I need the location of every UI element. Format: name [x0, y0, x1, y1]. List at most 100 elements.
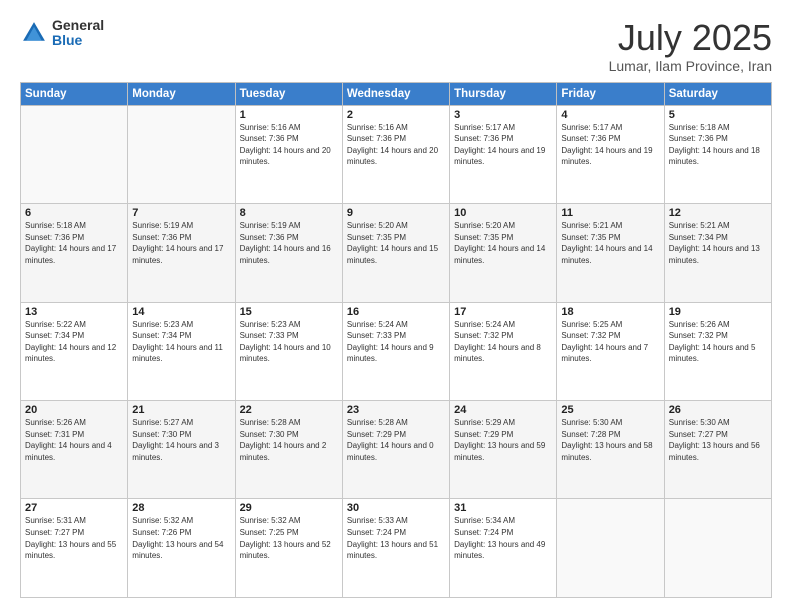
day-detail: Sunrise: 5:20 AM Sunset: 7:35 PM Dayligh… — [347, 220, 445, 266]
day-detail: Sunrise: 5:27 AM Sunset: 7:30 PM Dayligh… — [132, 417, 230, 463]
calendar-week-row: 27Sunrise: 5:31 AM Sunset: 7:27 PM Dayli… — [21, 499, 772, 598]
day-header-saturday: Saturday — [664, 82, 771, 105]
calendar-cell: 30Sunrise: 5:33 AM Sunset: 7:24 PM Dayli… — [342, 499, 449, 598]
logo-general: General — [52, 18, 104, 33]
day-detail: Sunrise: 5:19 AM Sunset: 7:36 PM Dayligh… — [240, 220, 338, 266]
day-header-monday: Monday — [128, 82, 235, 105]
day-detail: Sunrise: 5:21 AM Sunset: 7:35 PM Dayligh… — [561, 220, 659, 266]
day-detail: Sunrise: 5:18 AM Sunset: 7:36 PM Dayligh… — [25, 220, 123, 266]
day-number: 26 — [669, 404, 767, 416]
day-number: 15 — [240, 306, 338, 318]
day-detail: Sunrise: 5:33 AM Sunset: 7:24 PM Dayligh… — [347, 515, 445, 561]
calendar-cell: 25Sunrise: 5:30 AM Sunset: 7:28 PM Dayli… — [557, 401, 664, 499]
calendar-cell: 14Sunrise: 5:23 AM Sunset: 7:34 PM Dayli… — [128, 302, 235, 400]
day-detail: Sunrise: 5:28 AM Sunset: 7:30 PM Dayligh… — [240, 417, 338, 463]
header: General Blue July 2025 Lumar, Ilam Provi… — [20, 18, 772, 74]
day-detail: Sunrise: 5:18 AM Sunset: 7:36 PM Dayligh… — [669, 122, 767, 168]
day-number: 4 — [561, 109, 659, 121]
calendar-cell: 3Sunrise: 5:17 AM Sunset: 7:36 PM Daylig… — [450, 105, 557, 203]
day-detail: Sunrise: 5:23 AM Sunset: 7:34 PM Dayligh… — [132, 319, 230, 365]
day-detail: Sunrise: 5:17 AM Sunset: 7:36 PM Dayligh… — [561, 122, 659, 168]
day-header-wednesday: Wednesday — [342, 82, 449, 105]
day-detail: Sunrise: 5:31 AM Sunset: 7:27 PM Dayligh… — [25, 515, 123, 561]
calendar-cell — [128, 105, 235, 203]
day-header-tuesday: Tuesday — [235, 82, 342, 105]
calendar-cell: 20Sunrise: 5:26 AM Sunset: 7:31 PM Dayli… — [21, 401, 128, 499]
calendar-cell: 18Sunrise: 5:25 AM Sunset: 7:32 PM Dayli… — [557, 302, 664, 400]
calendar-cell: 4Sunrise: 5:17 AM Sunset: 7:36 PM Daylig… — [557, 105, 664, 203]
calendar-cell: 2Sunrise: 5:16 AM Sunset: 7:36 PM Daylig… — [342, 105, 449, 203]
calendar-cell: 22Sunrise: 5:28 AM Sunset: 7:30 PM Dayli… — [235, 401, 342, 499]
day-number: 17 — [454, 306, 552, 318]
calendar-cell: 12Sunrise: 5:21 AM Sunset: 7:34 PM Dayli… — [664, 204, 771, 302]
calendar-cell — [664, 499, 771, 598]
day-number: 27 — [25, 502, 123, 514]
day-header-sunday: Sunday — [21, 82, 128, 105]
calendar-week-row: 20Sunrise: 5:26 AM Sunset: 7:31 PM Dayli… — [21, 401, 772, 499]
calendar-week-row: 1Sunrise: 5:16 AM Sunset: 7:36 PM Daylig… — [21, 105, 772, 203]
day-number: 14 — [132, 306, 230, 318]
day-number: 10 — [454, 207, 552, 219]
calendar-header-row: SundayMondayTuesdayWednesdayThursdayFrid… — [21, 82, 772, 105]
day-detail: Sunrise: 5:26 AM Sunset: 7:32 PM Dayligh… — [669, 319, 767, 365]
calendar-cell: 1Sunrise: 5:16 AM Sunset: 7:36 PM Daylig… — [235, 105, 342, 203]
day-number: 22 — [240, 404, 338, 416]
day-detail: Sunrise: 5:16 AM Sunset: 7:36 PM Dayligh… — [347, 122, 445, 168]
day-number: 13 — [25, 306, 123, 318]
day-detail: Sunrise: 5:25 AM Sunset: 7:32 PM Dayligh… — [561, 319, 659, 365]
calendar-cell: 10Sunrise: 5:20 AM Sunset: 7:35 PM Dayli… — [450, 204, 557, 302]
calendar-cell: 31Sunrise: 5:34 AM Sunset: 7:24 PM Dayli… — [450, 499, 557, 598]
calendar-cell: 9Sunrise: 5:20 AM Sunset: 7:35 PM Daylig… — [342, 204, 449, 302]
calendar-cell: 26Sunrise: 5:30 AM Sunset: 7:27 PM Dayli… — [664, 401, 771, 499]
calendar-cell: 21Sunrise: 5:27 AM Sunset: 7:30 PM Dayli… — [128, 401, 235, 499]
day-detail: Sunrise: 5:30 AM Sunset: 7:28 PM Dayligh… — [561, 417, 659, 463]
calendar-cell: 5Sunrise: 5:18 AM Sunset: 7:36 PM Daylig… — [664, 105, 771, 203]
day-number: 11 — [561, 207, 659, 219]
day-detail: Sunrise: 5:32 AM Sunset: 7:26 PM Dayligh… — [132, 515, 230, 561]
day-detail: Sunrise: 5:29 AM Sunset: 7:29 PM Dayligh… — [454, 417, 552, 463]
calendar-cell — [557, 499, 664, 598]
day-header-friday: Friday — [557, 82, 664, 105]
calendar-cell: 29Sunrise: 5:32 AM Sunset: 7:25 PM Dayli… — [235, 499, 342, 598]
calendar-cell: 7Sunrise: 5:19 AM Sunset: 7:36 PM Daylig… — [128, 204, 235, 302]
day-header-thursday: Thursday — [450, 82, 557, 105]
title-block: July 2025 Lumar, Ilam Province, Iran — [609, 18, 772, 74]
day-number: 7 — [132, 207, 230, 219]
day-number: 8 — [240, 207, 338, 219]
day-number: 19 — [669, 306, 767, 318]
calendar-cell: 24Sunrise: 5:29 AM Sunset: 7:29 PM Dayli… — [450, 401, 557, 499]
day-detail: Sunrise: 5:20 AM Sunset: 7:35 PM Dayligh… — [454, 220, 552, 266]
calendar-cell: 8Sunrise: 5:19 AM Sunset: 7:36 PM Daylig… — [235, 204, 342, 302]
day-detail: Sunrise: 5:32 AM Sunset: 7:25 PM Dayligh… — [240, 515, 338, 561]
day-number: 24 — [454, 404, 552, 416]
calendar-cell: 23Sunrise: 5:28 AM Sunset: 7:29 PM Dayli… — [342, 401, 449, 499]
calendar-table: SundayMondayTuesdayWednesdayThursdayFrid… — [20, 82, 772, 598]
day-number: 16 — [347, 306, 445, 318]
day-number: 29 — [240, 502, 338, 514]
day-detail: Sunrise: 5:28 AM Sunset: 7:29 PM Dayligh… — [347, 417, 445, 463]
day-detail: Sunrise: 5:26 AM Sunset: 7:31 PM Dayligh… — [25, 417, 123, 463]
calendar-cell: 27Sunrise: 5:31 AM Sunset: 7:27 PM Dayli… — [21, 499, 128, 598]
logo-blue: Blue — [52, 33, 104, 48]
subtitle: Lumar, Ilam Province, Iran — [609, 58, 772, 74]
calendar-cell: 28Sunrise: 5:32 AM Sunset: 7:26 PM Dayli… — [128, 499, 235, 598]
day-detail: Sunrise: 5:24 AM Sunset: 7:32 PM Dayligh… — [454, 319, 552, 365]
day-number: 21 — [132, 404, 230, 416]
day-detail: Sunrise: 5:23 AM Sunset: 7:33 PM Dayligh… — [240, 319, 338, 365]
day-number: 5 — [669, 109, 767, 121]
day-detail: Sunrise: 5:24 AM Sunset: 7:33 PM Dayligh… — [347, 319, 445, 365]
day-number: 18 — [561, 306, 659, 318]
calendar-week-row: 13Sunrise: 5:22 AM Sunset: 7:34 PM Dayli… — [21, 302, 772, 400]
day-detail: Sunrise: 5:21 AM Sunset: 7:34 PM Dayligh… — [669, 220, 767, 266]
day-number: 28 — [132, 502, 230, 514]
day-detail: Sunrise: 5:17 AM Sunset: 7:36 PM Dayligh… — [454, 122, 552, 168]
page: General Blue July 2025 Lumar, Ilam Provi… — [0, 0, 792, 612]
calendar-cell: 19Sunrise: 5:26 AM Sunset: 7:32 PM Dayli… — [664, 302, 771, 400]
logo-icon — [20, 19, 48, 47]
day-number: 6 — [25, 207, 123, 219]
day-detail: Sunrise: 5:16 AM Sunset: 7:36 PM Dayligh… — [240, 122, 338, 168]
calendar-cell: 17Sunrise: 5:24 AM Sunset: 7:32 PM Dayli… — [450, 302, 557, 400]
day-number: 1 — [240, 109, 338, 121]
day-number: 31 — [454, 502, 552, 514]
calendar-cell: 11Sunrise: 5:21 AM Sunset: 7:35 PM Dayli… — [557, 204, 664, 302]
